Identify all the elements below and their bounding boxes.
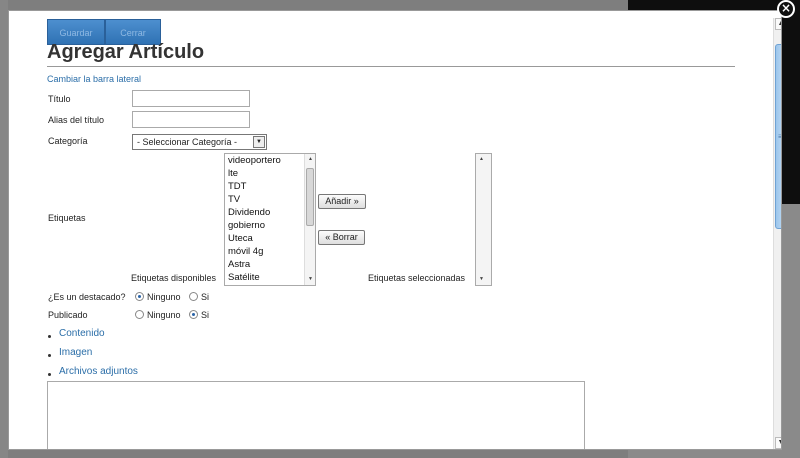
scroll-up-icon[interactable]: ▲ <box>306 155 315 164</box>
tag-option[interactable]: Dividendo <box>225 206 315 219</box>
title-label: Título <box>48 94 71 104</box>
featured-none-radio[interactable] <box>135 292 144 301</box>
page-title: Agregar Artículo <box>47 41 205 63</box>
tag-items: videoportero lte TDT TV Dividendo gobierno Ute… <box>225 154 315 284</box>
tag-option[interactable]: videoportero <box>225 154 315 167</box>
published-yes-radio[interactable] <box>189 310 198 319</box>
category-select[interactable]: - Seleccionar Categoría - ▼ <box>132 134 267 150</box>
section-attachments-link[interactable]: Archivos adjuntos <box>59 366 138 377</box>
scroll-thumb[interactable]: ≡ <box>775 44 781 229</box>
selected-tags-label: Etiquetas seleccionadas <box>368 273 466 283</box>
add-tag-button[interactable]: Añadir » <box>318 194 366 209</box>
featured-yes-label: Si <box>201 292 210 302</box>
published-none-radio[interactable] <box>135 310 144 319</box>
tag-option[interactable]: lte <box>225 167 315 180</box>
scroll-down-icon[interactable]: ▼ <box>477 275 486 284</box>
list-scrollbar[interactable]: ▲ ▼ <box>476 154 491 285</box>
available-tags-list[interactable]: videoportero lte TDT TV Dividendo gobierno Ute… <box>224 153 316 286</box>
tag-option[interactable]: Astra <box>225 258 315 271</box>
category-label: Categoría <box>48 136 88 146</box>
content-editor[interactable] <box>47 381 585 449</box>
title-divider <box>47 66 735 67</box>
alias-label: Alias del título <box>48 115 105 125</box>
published-none-label: Ninguno <box>147 310 181 320</box>
add-article-modal: Guardar Cerrar Agregar Artículo Cambiar … <box>8 10 782 450</box>
change-sidebar-link[interactable]: Cambiar la barra lateral <box>47 74 141 84</box>
tags-label: Etiquetas <box>48 213 86 223</box>
available-tags-label: Etiquetas disponibles <box>131 273 217 283</box>
featured-none-label: Ninguno <box>147 292 181 302</box>
scroll-down-icon[interactable]: ▼ <box>775 437 781 449</box>
scroll-up-icon[interactable]: ▲ <box>477 155 486 164</box>
title-field[interactable] <box>132 90 250 107</box>
alias-field[interactable] <box>132 111 250 128</box>
bullet-icon <box>48 354 51 357</box>
selected-tags-list[interactable]: ▲ ▼ <box>475 153 492 286</box>
bullet-icon <box>48 373 51 376</box>
scroll-down-icon[interactable]: ▼ <box>306 275 315 284</box>
background-left-edge <box>0 0 8 458</box>
bullet-icon <box>48 335 51 338</box>
remove-tag-button[interactable]: « Borrar <box>318 230 365 245</box>
grip-icon: ≡ <box>778 133 781 141</box>
modal-scrollbar[interactable]: ▲ ≡ ▼ <box>773 18 781 449</box>
published-label: Publicado <box>48 310 88 320</box>
scroll-up-icon[interactable]: ▲ <box>775 18 781 30</box>
category-selected-value: - Seleccionar Categoría - <box>137 137 238 147</box>
featured-label: ¿Es un destacado? <box>48 292 126 302</box>
scroll-thumb[interactable] <box>306 168 314 226</box>
tag-option[interactable]: TV <box>225 193 315 206</box>
section-image-link[interactable]: Imagen <box>59 347 92 358</box>
tag-option[interactable]: móvil 4g <box>225 245 315 258</box>
tag-option[interactable]: gobierno <box>225 219 315 232</box>
list-scrollbar[interactable]: ▲ ▼ <box>304 154 315 285</box>
chevron-down-icon[interactable]: ▼ <box>253 136 265 148</box>
close-icon[interactable]: × <box>777 0 795 18</box>
featured-yes-radio[interactable] <box>189 292 198 301</box>
tag-option[interactable]: Satélite <box>225 271 315 284</box>
published-yes-label: Si <box>201 310 210 320</box>
section-content-link[interactable]: Contenido <box>59 328 105 339</box>
tag-option[interactable]: Uteca <box>225 232 315 245</box>
tag-option[interactable]: TDT <box>225 180 315 193</box>
